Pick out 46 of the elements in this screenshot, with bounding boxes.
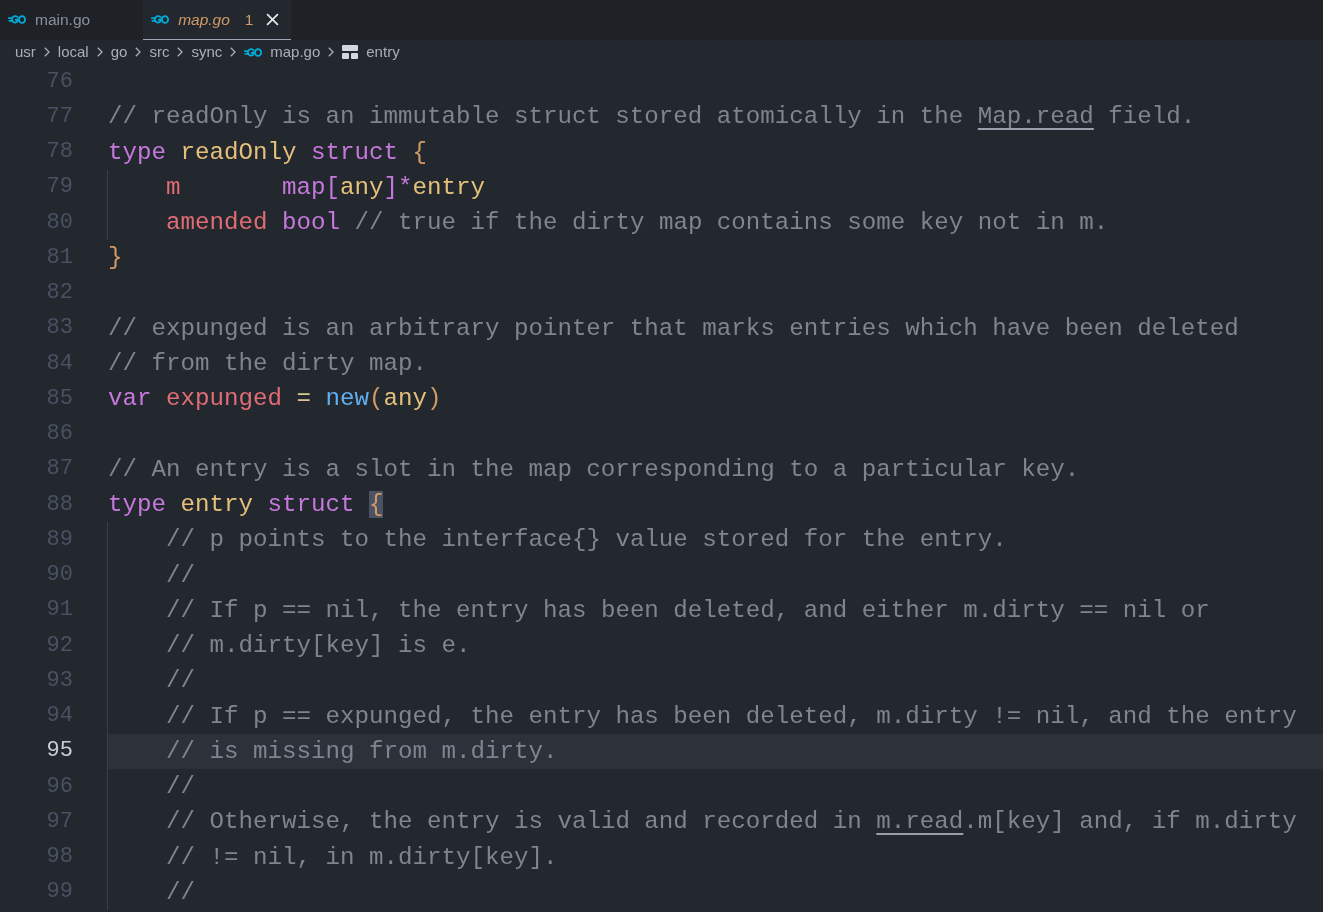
breadcrumb-item[interactable]: map.go [244,43,321,61]
code-line: // readOnly is an immutable struct stored atomically in the Map.read field. [107,102,1196,133]
breadcrumb-item[interactable]: go [110,43,128,61]
code-line: amended bool // true if the dirty map contains some key not in m. [107,205,1109,241]
chevron-icon [96,47,103,57]
code-line: // from the dirty map. [107,349,427,379]
file-type-icon [244,47,263,57]
close-button[interactable] [266,13,280,26]
code-line: // expunged is an arbitrary pointer that marks entries which have been deleted [107,313,1239,344]
doc-link[interactable]: m.read [876,808,964,836]
problem-count: 1 [244,10,254,29]
code-line: // p points to the interface{} value stored for the entry. [107,522,1007,558]
chevron-icon [177,47,184,57]
code-line: // Otherwise, the entry is valid and recorded in m.read.m[key] and, if m.dirty [107,804,1297,840]
file-type-icon [151,15,170,24]
editor-tab[interactable]: map.go 1 [143,0,292,40]
code-line: // If p == nil, the entry has been deleted, and either m.dirty == nil or [107,592,1210,628]
breadcrumb-item[interactable]: local [57,43,89,61]
code-line: // [107,557,195,593]
breadcrumb-item[interactable]: src [149,43,170,61]
chevron-icon [135,47,142,57]
code-line: // [107,769,195,805]
breadcrumb-item[interactable]: entry [342,43,400,61]
code-line: // If p == expunged, the entry has been deleted, m.dirty != nil, and the entry [107,698,1297,734]
chevron-icon [43,47,50,57]
structure-icon [342,45,359,59]
file-type-icon [8,15,26,24]
close-icon [266,13,280,26]
code-line: type entry struct { [107,490,384,520]
line-number: 95 [46,737,73,766]
code-line: } [107,243,123,274]
breadcrumb-item[interactable]: sync [191,43,223,61]
code-line: // != nil, in m.dirty[key]. [107,839,558,875]
doc-link[interactable]: Map.read [977,103,1094,131]
code-line: // is missing from m.dirty. [107,733,558,769]
chevron-icon [328,47,335,57]
code-line: var expunged = new(any) [107,384,442,415]
breadcrumb-item[interactable]: usr [15,43,36,61]
code-line: m map[any]*entry [107,169,485,205]
matched-bracket: { [368,491,384,518]
code-line: // An entry is a slot in the map corresponding to a particular key. [107,454,1080,485]
code-line: // [107,874,195,910]
code-line: // m.dirty[key] is e. [107,628,471,664]
chevron-icon [230,47,237,57]
code-line: type readOnly struct { [107,137,427,168]
code-line: // [107,663,195,699]
